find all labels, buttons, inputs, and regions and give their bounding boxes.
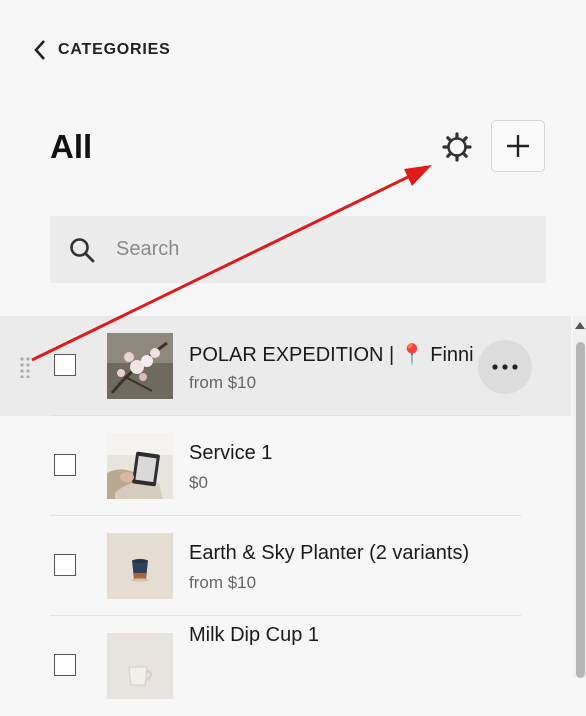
product-thumbnail (107, 333, 173, 399)
add-product-button[interactable] (491, 120, 545, 172)
product-row[interactable]: Earth & Sky Planter (2 variants) from $1… (0, 516, 571, 616)
list-scrollbar[interactable] (573, 316, 586, 678)
product-thumbnail (107, 533, 173, 599)
chevron-left-icon (34, 40, 45, 60)
category-settings-button[interactable] (440, 130, 474, 164)
product-row[interactable]: Milk Dip Cup 1 (0, 616, 571, 716)
back-to-categories-link[interactable]: CATEGORIES (32, 38, 171, 62)
product-price: $0 (189, 473, 208, 492)
more-horizontal-icon (492, 364, 518, 370)
row-checkbox[interactable] (54, 354, 76, 376)
product-row[interactable]: POLAR EXPEDITION | 📍 Finni from $10 (0, 316, 571, 416)
product-name[interactable]: POLAR EXPEDITION | 📍 Finni (189, 342, 473, 367)
product-name[interactable]: Milk Dip Cup 1 (189, 624, 473, 647)
row-checkbox[interactable] (54, 654, 76, 676)
gear-icon (442, 132, 472, 162)
plus-icon (507, 135, 529, 157)
product-thumbnail (107, 633, 173, 699)
drag-handle-icon[interactable] (19, 356, 31, 378)
product-name[interactable]: Service 1 (189, 442, 473, 465)
product-price: from $10 (189, 573, 257, 592)
product-thumbnail (107, 433, 173, 499)
back-link-label: CATEGORIES (58, 41, 171, 58)
row-checkbox[interactable] (54, 454, 76, 476)
product-price: from $10 (189, 373, 257, 392)
scroll-thumb[interactable] (576, 342, 585, 678)
product-list: POLAR EXPEDITION | 📍 Finni from $10 Serv… (0, 316, 571, 716)
product-name[interactable]: Earth & Sky Planter (2 variants) (189, 542, 473, 565)
search-icon (70, 237, 95, 262)
row-checkbox[interactable] (54, 554, 76, 576)
search-bar (50, 216, 546, 283)
search-input[interactable] (114, 237, 498, 262)
product-row[interactable]: Service 1 $0 (0, 416, 571, 516)
page-title: All (50, 128, 93, 165)
scroll-up-arrow-icon[interactable] (575, 322, 585, 329)
more-options-button[interactable] (478, 340, 532, 394)
